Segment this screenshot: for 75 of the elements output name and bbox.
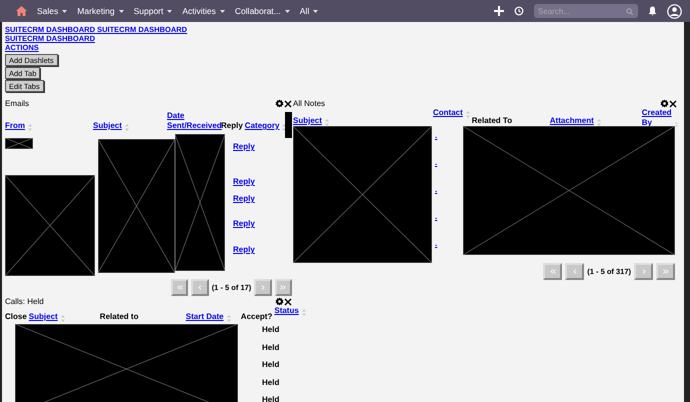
status-cell: Held bbox=[262, 360, 280, 370]
column-header: Close bbox=[5, 312, 27, 322]
column-header: Reply bbox=[221, 121, 243, 131]
search-icon[interactable] bbox=[626, 8, 633, 14]
column-header-link[interactable]: From bbox=[5, 121, 25, 131]
next-page-button[interactable] bbox=[634, 263, 653, 280]
nav-menu-item[interactable]: Activities bbox=[182, 6, 225, 16]
first-page-icon bbox=[176, 285, 183, 290]
settings-icon[interactable] bbox=[275, 99, 284, 108]
next-page-icon bbox=[640, 269, 646, 274]
contact-link[interactable]: . bbox=[435, 157, 463, 168]
contact-link[interactable]: . bbox=[435, 238, 463, 249]
last-page-icon bbox=[280, 285, 286, 290]
status-cell: Held bbox=[262, 395, 280, 402]
settings-icon[interactable] bbox=[275, 297, 284, 306]
column-header-link[interactable]: Subject bbox=[93, 121, 122, 131]
reply-link[interactable]: Reply bbox=[233, 194, 255, 203]
column-header-link[interactable]: Category bbox=[244, 121, 280, 131]
nav-menu-item[interactable]: Sales bbox=[37, 6, 68, 16]
first-page-icon bbox=[550, 269, 556, 274]
previous-page-button[interactable] bbox=[565, 263, 584, 280]
column-header: Accept? bbox=[240, 312, 272, 322]
close-icon[interactable] bbox=[284, 298, 292, 306]
status-cell: Held bbox=[262, 378, 280, 388]
contact-link[interactable]: . bbox=[435, 211, 463, 222]
caret-icon bbox=[167, 10, 172, 12]
settings-icon[interactable] bbox=[660, 99, 669, 108]
home-icon[interactable] bbox=[16, 6, 27, 16]
bell-icon[interactable] bbox=[648, 6, 657, 16]
status-cell: Held bbox=[262, 325, 280, 335]
dashlet-title: Calls: Held bbox=[5, 297, 44, 306]
column-header-link[interactable]: Status bbox=[274, 306, 299, 316]
next-page-icon bbox=[260, 285, 266, 290]
column-header-link[interactable]: Subject bbox=[28, 312, 58, 322]
reply-link[interactable]: Reply bbox=[233, 177, 255, 186]
caret-icon bbox=[62, 10, 68, 12]
dashlet-title: Emails bbox=[5, 99, 30, 108]
dashlet-title: All Notes bbox=[293, 99, 326, 108]
status-cell: Held bbox=[262, 342, 280, 352]
last-page-button[interactable] bbox=[656, 263, 675, 280]
nav-menu-item[interactable]: Collaborat... bbox=[234, 6, 290, 16]
history-icon[interactable] bbox=[514, 6, 524, 16]
caret-icon bbox=[313, 10, 318, 12]
column-header: Related To bbox=[472, 116, 512, 126]
plus-icon[interactable] bbox=[494, 6, 504, 16]
caret-icon bbox=[118, 10, 124, 12]
column-header-link[interactable]: Date Sent/Received bbox=[167, 111, 222, 131]
previous-page-button[interactable] bbox=[191, 279, 209, 296]
nav-menu-item[interactable]: Support bbox=[134, 6, 172, 16]
caret-icon bbox=[220, 10, 225, 12]
reply-link[interactable]: Reply bbox=[233, 245, 255, 254]
category-bar bbox=[285, 112, 292, 138]
column-header-link[interactable]: Attachment bbox=[550, 116, 594, 126]
contact-link[interactable]: . bbox=[435, 184, 463, 195]
column-header-link[interactable]: Subject bbox=[293, 116, 322, 126]
column-header-link[interactable]: Created By bbox=[642, 108, 672, 128]
search-field[interactable]: Search... bbox=[534, 4, 638, 18]
column-header-link[interactable]: Start Date bbox=[186, 312, 224, 322]
previous-page-icon bbox=[572, 269, 578, 274]
first-page-button[interactable] bbox=[543, 263, 562, 280]
caret-icon bbox=[284, 10, 290, 12]
previous-page-icon bbox=[197, 285, 204, 290]
reply-link[interactable]: Reply bbox=[233, 219, 255, 228]
last-page-icon bbox=[662, 269, 668, 274]
nav-menu-item[interactable]: Marketing bbox=[77, 6, 124, 16]
column-header: Related to bbox=[100, 312, 138, 322]
image-placeholder bbox=[5, 138, 33, 149]
column-header-link[interactable]: Contact bbox=[433, 108, 463, 118]
user-avatar-icon[interactable] bbox=[667, 4, 682, 18]
reply-link[interactable]: Reply bbox=[233, 142, 255, 151]
nav-menu-item[interactable]: All bbox=[300, 6, 318, 16]
first-page-button[interactable] bbox=[171, 279, 188, 296]
close-icon[interactable] bbox=[669, 100, 677, 108]
close-icon[interactable] bbox=[284, 100, 292, 108]
contact-link[interactable]: . bbox=[435, 130, 463, 141]
